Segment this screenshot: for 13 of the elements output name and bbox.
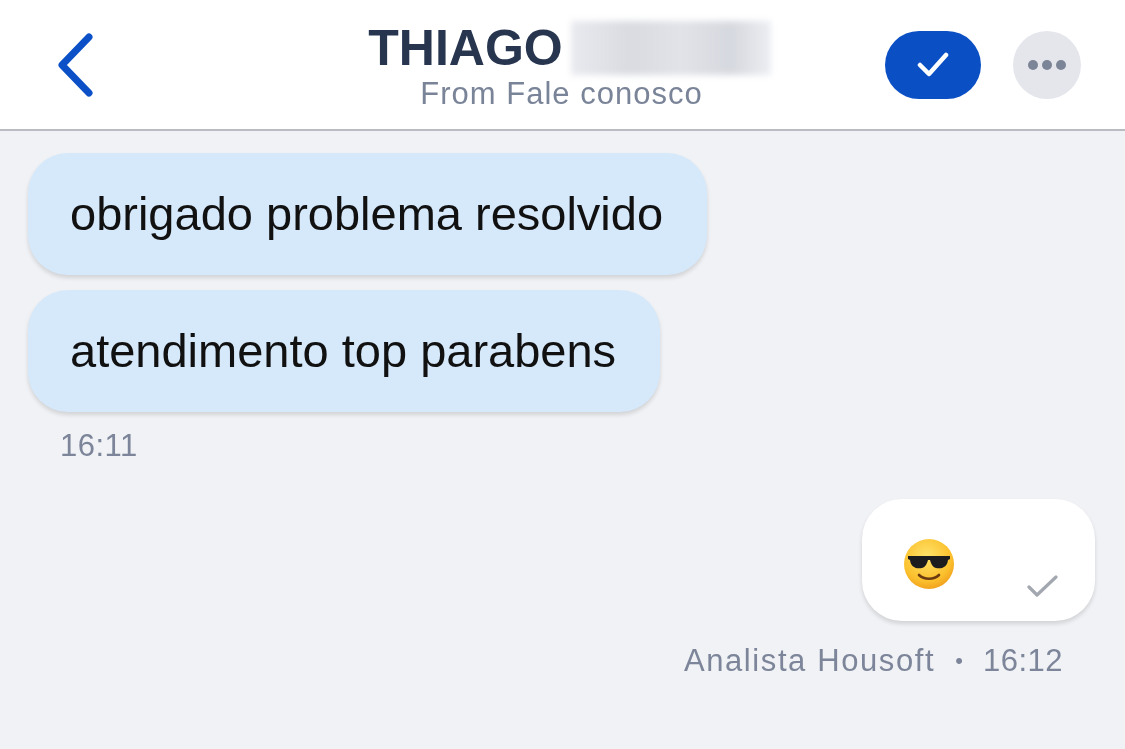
message-time: 16:12 [982,642,1063,680]
checkmark-icon [917,51,949,78]
back-button[interactable] [56,32,96,97]
message-time: 16:11 [60,427,138,465]
more-icon [1028,59,1066,70]
sender-name: Analista Housoft [683,642,936,680]
contact-name: THIAGO [367,19,563,76]
message-text: atendimento top parabens [70,324,617,377]
message-text: obrigado problema resolvido [70,187,664,240]
separator-dot: • [955,647,963,675]
chevron-left-icon [56,32,96,97]
conversation-source: From Fale conosco [420,75,703,112]
sunglasses-face-icon [903,538,955,590]
